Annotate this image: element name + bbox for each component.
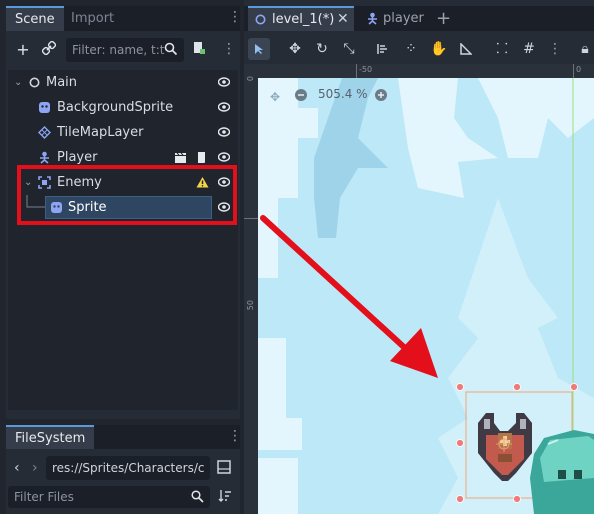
viewport-canvas[interactable]: ✥ 505.4 % bbox=[258, 78, 594, 514]
split-view-icon[interactable] bbox=[217, 460, 231, 478]
select-mode-button[interactable] bbox=[248, 38, 270, 60]
link-icon bbox=[41, 40, 57, 56]
smart-snap-button[interactable]: ⸬ bbox=[491, 38, 513, 60]
scene-tabbar: Scene Import ⋮ bbox=[6, 6, 242, 31]
visibility-eye-icon[interactable] bbox=[218, 152, 230, 162]
filesystem-menu-icon[interactable]: ⋮ bbox=[228, 428, 242, 444]
document-tabs: level_1(*) ✕ player + bbox=[244, 6, 594, 31]
visibility-eye-icon[interactable] bbox=[218, 77, 230, 87]
grid-snap-button[interactable]: # bbox=[518, 38, 540, 60]
ruler-label: 0 bbox=[246, 76, 255, 82]
rotate-mode-button[interactable]: ↻ bbox=[311, 38, 333, 60]
move-mode-button[interactable]: ✥ bbox=[284, 38, 306, 60]
clapper-icon[interactable] bbox=[174, 152, 187, 163]
filesystem-tabbar: FileSystem ⋮ bbox=[6, 425, 242, 450]
filesystem-path-input[interactable]: res://Sprites/Characters/c bbox=[46, 456, 210, 480]
search-icon bbox=[164, 42, 178, 60]
zoom-level[interactable]: 505.4 % bbox=[318, 87, 368, 101]
ruler-label: 0 bbox=[576, 65, 582, 74]
cursor-arrow-icon bbox=[255, 44, 263, 54]
back-arrow-icon[interactable]: ‹ bbox=[14, 460, 20, 476]
tab-label: level_1(*) bbox=[272, 12, 335, 27]
list-select-button[interactable] bbox=[372, 38, 394, 60]
instance-scene-button[interactable] bbox=[38, 39, 60, 61]
scene-circle-icon bbox=[255, 14, 266, 25]
left-dock: Scene Import ⋮ + Filter: name, t:t ⋮ ⌄ M… bbox=[0, 0, 244, 514]
character-body-icon bbox=[40, 151, 49, 164]
viewport-toolbar: ✥ ↻ ⤡ ⁘ ✋ ⸬ # ⋮ 🔒︎ bbox=[244, 34, 594, 64]
add-node-button[interactable]: + bbox=[12, 39, 34, 61]
visibility-eye-icon[interactable] bbox=[218, 127, 230, 137]
main-editor: level_1(*) ✕ player + ✥ ↻ ⤡ ⁘ ✋ ⸬ # ⋮ 🔒︎… bbox=[244, 0, 594, 514]
character-body-icon bbox=[368, 12, 377, 25]
search-icon bbox=[191, 490, 204, 507]
viewport-grab-icon[interactable]: ✥ bbox=[270, 90, 280, 104]
tab-scene[interactable]: Scene bbox=[6, 6, 64, 31]
list-select-icon bbox=[377, 44, 387, 54]
horizontal-ruler[interactable]: -50 0 bbox=[258, 64, 594, 78]
tab-level-1[interactable]: level_1(*) ✕ bbox=[248, 6, 354, 31]
annotation-highlight-box bbox=[17, 165, 237, 225]
tab-filesystem[interactable]: FileSystem bbox=[6, 425, 95, 450]
ruler-label: -50 bbox=[359, 65, 373, 74]
snap-options-icon[interactable]: ⋮ bbox=[548, 41, 562, 57]
filter-files-input[interactable]: Filter Files bbox=[8, 486, 210, 508]
script-add-icon bbox=[194, 42, 205, 54]
tree-item-label: BackgroundSprite bbox=[57, 100, 174, 115]
lock-button[interactable]: 🔒︎ bbox=[574, 38, 594, 60]
ruler-icon bbox=[460, 42, 473, 55]
tab-import[interactable]: Import bbox=[62, 6, 123, 31]
zoom-out-button[interactable] bbox=[294, 88, 308, 106]
background-sprite bbox=[258, 78, 594, 514]
tree-item-tilemaplayer[interactable]: TileMapLayer bbox=[8, 120, 238, 145]
add-tab-button[interactable]: + bbox=[436, 6, 451, 31]
pivot-button[interactable]: ⁘ bbox=[400, 38, 422, 60]
zoom-in-button[interactable] bbox=[374, 88, 388, 106]
attach-script-button[interactable] bbox=[188, 39, 210, 61]
ruler-label: 50 bbox=[246, 300, 255, 311]
sort-icon[interactable] bbox=[218, 489, 232, 507]
script-icon[interactable] bbox=[196, 151, 207, 164]
vertical-ruler[interactable]: 0 50 bbox=[244, 76, 258, 514]
tree-item-label: Main bbox=[46, 75, 78, 90]
tree-item-main[interactable]: ⌄ Main bbox=[8, 70, 238, 95]
ruler-mode-button[interactable] bbox=[455, 38, 477, 60]
scene-menu-icon[interactable]: ⋮ bbox=[222, 41, 236, 57]
tilemap-icon bbox=[38, 126, 51, 139]
tree-item-backgroundsprite[interactable]: BackgroundSprite bbox=[8, 95, 238, 120]
dock-menu-icon[interactable]: ⋮ bbox=[228, 9, 242, 25]
node-circle-icon bbox=[29, 77, 40, 88]
sprite2d-icon bbox=[39, 102, 50, 113]
collapse-arrow-icon[interactable]: ⌄ bbox=[14, 70, 22, 95]
scale-mode-button[interactable]: ⤡ bbox=[338, 38, 360, 60]
close-icon[interactable]: ✕ bbox=[337, 8, 349, 31]
forward-arrow-icon[interactable]: › bbox=[32, 460, 38, 476]
pan-mode-button[interactable]: ✋ bbox=[428, 38, 450, 60]
tab-label: player bbox=[383, 11, 424, 26]
tree-item-label: TileMapLayer bbox=[57, 125, 144, 140]
scene-tree: ⌄ Main BackgroundSprite TileMapLayer Pla… bbox=[8, 70, 238, 410]
visibility-eye-icon[interactable] bbox=[218, 102, 230, 112]
tab-player[interactable]: player bbox=[362, 6, 432, 31]
